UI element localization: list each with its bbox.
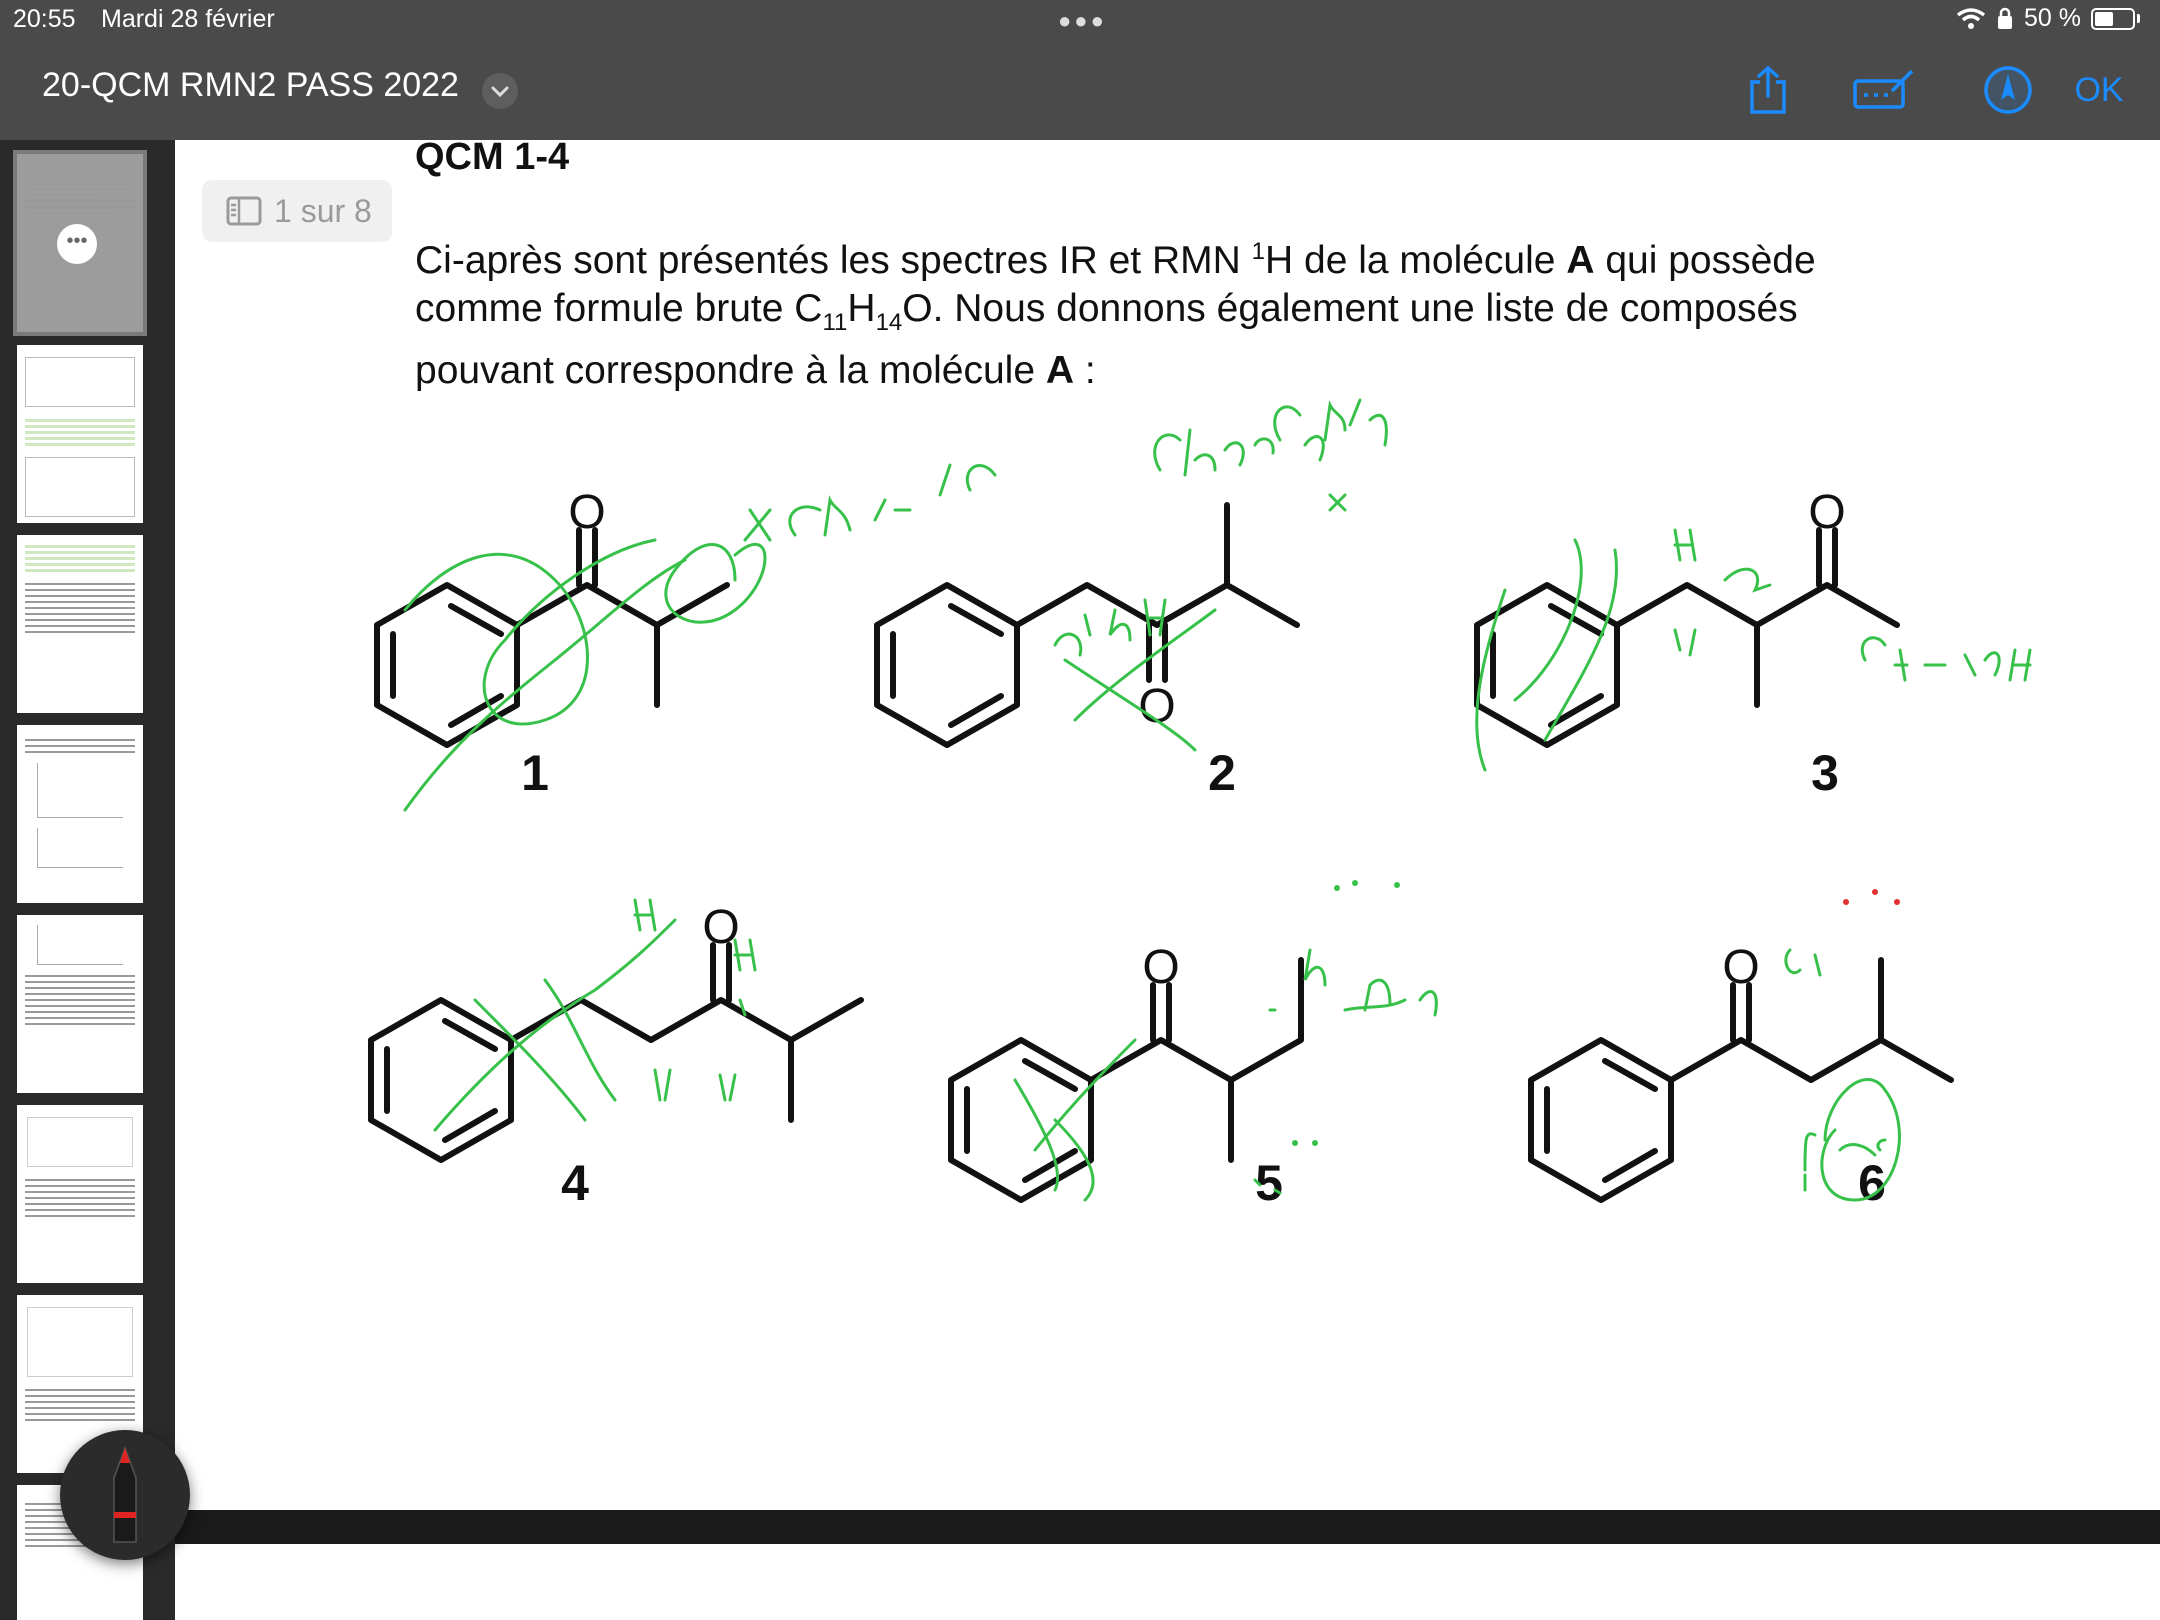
status-time: 20:55	[13, 5, 76, 33]
pencil-tool-button[interactable]	[60, 1430, 190, 1560]
molecule-1-structure	[374, 527, 730, 748]
thumbnail-page-6[interactable]	[17, 1105, 143, 1283]
molecule-4-structure	[368, 942, 864, 1163]
chevron-down-icon	[491, 86, 509, 98]
markup-toggle-button[interactable]	[1980, 62, 2036, 118]
red-annotation-dots	[1843, 889, 1900, 905]
battery-percent: 50 %	[2024, 4, 2081, 32]
title-menu-button[interactable]	[482, 73, 518, 109]
molecule-number: 6	[1858, 1155, 1886, 1211]
markup-icon	[1853, 69, 1914, 109]
pencil-icon	[113, 1445, 137, 1543]
pdf-page-next[interactable]	[175, 1544, 2160, 1620]
multitasking-dots[interactable]: ●●●	[1058, 8, 1107, 34]
molecule-number: 4	[561, 1155, 589, 1211]
status-indicators: 50 %	[1956, 4, 2140, 33]
svg-text:O: O	[1722, 941, 1759, 994]
page-thumbnail-sidebar[interactable]: •••	[0, 140, 175, 1620]
annotate-button[interactable]	[1852, 62, 1916, 118]
status-date: Mardi 28 février	[101, 5, 275, 33]
pen-circle-icon	[1984, 66, 2032, 114]
lock-rotation-icon	[1998, 7, 2013, 29]
oxygen-label: O	[568, 486, 605, 539]
thumbnail-more-icon[interactable]: •••	[57, 224, 97, 264]
share-button[interactable]	[1740, 62, 1796, 118]
share-icon	[1750, 65, 1786, 114]
svg-text:O: O	[1808, 486, 1845, 539]
document-title[interactable]: 20-QCM RMN2 PASS 2022	[42, 66, 459, 105]
thumbnail-page-2[interactable]	[17, 345, 143, 523]
molecule-6-structure	[1528, 957, 1954, 1203]
pdf-page[interactable]: 1 sur 8 QCM 1-4 Ci-après sont présentés …	[175, 140, 2160, 1510]
molecule-number: 1	[521, 745, 549, 801]
molecule-3-structure	[1474, 527, 1900, 748]
thumbnail-page-1[interactable]: •••	[13, 150, 147, 336]
green-annotation-dots	[1292, 880, 1400, 1146]
thumbnail-page-5[interactable]	[17, 915, 143, 1093]
svg-text:O: O	[702, 901, 739, 954]
page-separator	[175, 1510, 2160, 1544]
battery-icon	[2091, 7, 2135, 30]
svg-text:O: O	[1142, 941, 1179, 994]
molecule-figure: O O O O O O 1 2 3 4 5 6	[368, 398, 2032, 1211]
thumbnail-page-3[interactable]	[17, 535, 143, 713]
molecule-number: 3	[1811, 745, 1839, 801]
thumbnail-page-4[interactable]	[17, 725, 143, 903]
top-bar: 20:55 Mardi 28 février ●●● 50 % 20-QCM R…	[0, 0, 2160, 140]
molecule-5-structure	[948, 957, 1304, 1203]
wifi-icon	[1956, 7, 1986, 29]
svg-text:O: O	[1138, 680, 1175, 733]
ok-button[interactable]: OK	[2064, 62, 2134, 118]
molecule-number: 2	[1208, 745, 1236, 801]
